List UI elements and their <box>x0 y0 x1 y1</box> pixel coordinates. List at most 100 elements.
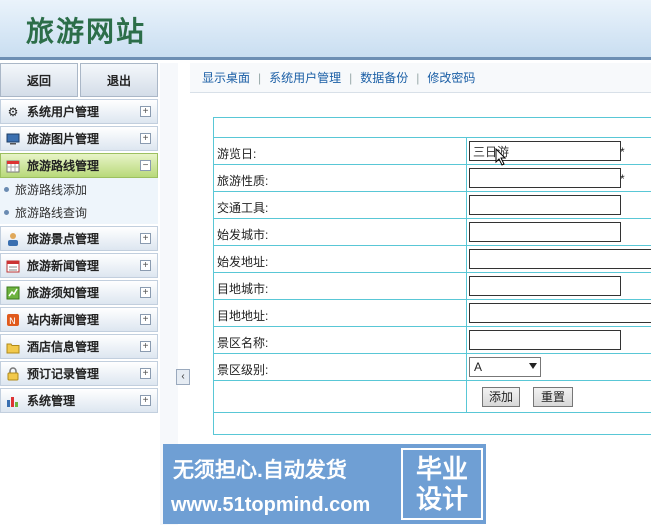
sidebar-item-site-news[interactable]: N 站内新闻管理 + <box>0 307 158 332</box>
field-label: 旅游性质: <box>217 174 269 188</box>
sidebar-item-system-management[interactable]: 系统管理 + <box>0 388 158 413</box>
required-mark: * <box>620 172 625 186</box>
bullet-icon <box>4 187 9 192</box>
sidebar-item-label: 系统管理 <box>27 394 76 408</box>
banner-badge-line2: 设计 <box>415 484 468 514</box>
field-label: 景区级别: <box>217 363 269 377</box>
nav-link-show-desktop[interactable]: 显示桌面 <box>202 69 250 86</box>
sidebar-item-travel-news[interactable]: 旅游新闻管理 + <box>0 253 158 278</box>
nav-separator: | <box>349 70 353 85</box>
form-row-scenic-level: 景区级别: A <box>214 354 651 381</box>
select-value: A <box>474 360 483 374</box>
form-row-actions: 添加 重置 <box>214 381 651 413</box>
submenu-item-route-query[interactable]: 旅游路线查询 <box>0 201 158 224</box>
header: 旅游网站 <box>0 0 651 60</box>
transport-input[interactable] <box>469 195 621 215</box>
sidebar-item-booking-records[interactable]: 预订记录管理 + <box>0 361 158 386</box>
submenu-item-route-add[interactable]: 旅游路线添加 <box>0 178 158 201</box>
start-city-input[interactable] <box>469 222 621 242</box>
form-row-dest-address: 目地地址: <box>214 300 651 327</box>
expand-icon[interactable]: + <box>140 133 151 144</box>
field-label: 景区名称: <box>217 336 269 350</box>
calendar-icon <box>5 158 21 174</box>
expand-icon[interactable]: + <box>140 233 151 244</box>
form-row-tour-days: 游览日: * <box>214 138 651 165</box>
top-nav: 显示桌面 | 系统用户管理 | 数据备份 | 修改密码 <box>190 63 651 93</box>
field-label: 始发城市: <box>217 228 269 242</box>
reset-button[interactable]: 重置 <box>533 387 573 407</box>
nav-link-data-backup[interactable]: 数据备份 <box>360 69 408 86</box>
nav-link-change-password[interactable]: 修改密码 <box>427 69 475 86</box>
sidebar-item-travel-images[interactable]: 旅游图片管理 + <box>0 126 158 151</box>
tour-type-input[interactable] <box>469 168 621 188</box>
form-row-tour-type: 旅游性质: * <box>214 165 651 192</box>
required-mark: * <box>620 145 625 159</box>
sidebar-item-label: 旅游新闻管理 <box>27 259 100 273</box>
mouse-cursor-icon <box>495 148 507 166</box>
field-label: 目地地址: <box>217 309 269 323</box>
back-button[interactable]: 返回 <box>0 63 78 97</box>
dest-city-input[interactable] <box>469 276 621 296</box>
nav-separator: | <box>258 70 262 85</box>
banner-badge: 毕业 设计 <box>401 448 483 520</box>
field-label: 目地城市: <box>217 282 269 296</box>
sidebar-item-label: 酒店信息管理 <box>27 340 100 354</box>
expand-icon[interactable]: + <box>140 106 151 117</box>
field-label: 交通工具: <box>217 201 269 215</box>
chevron-down-icon <box>529 363 537 369</box>
form-row-transport: 交通工具: <box>214 192 651 219</box>
expand-icon[interactable]: + <box>140 341 151 352</box>
collapse-sidebar-icon[interactable]: ‹ <box>176 369 190 385</box>
field-label: 游览日: <box>217 147 257 161</box>
news-badge-icon: N <box>5 312 21 328</box>
scenic-level-select[interactable]: A <box>469 357 541 377</box>
form-header-row <box>214 118 651 138</box>
site-title: 旅游网站 <box>26 15 147 48</box>
sidebar-item-scenic-spots[interactable]: 旅游景点管理 + <box>0 226 158 251</box>
tour-days-input[interactable] <box>469 141 621 161</box>
sidebar-item-label: 旅游须知管理 <box>27 286 100 300</box>
sidebar-item-system-users[interactable]: ⚙ 系统用户管理 + <box>0 99 158 124</box>
form-row-start-address: 始发地址: <box>214 246 651 273</box>
bar-chart-icon <box>5 393 21 409</box>
dest-address-input[interactable] <box>469 303 651 323</box>
sidebar-item-travel-notice[interactable]: 旅游须知管理 + <box>0 280 158 305</box>
sidebar-item-label: 预订记录管理 <box>27 367 100 381</box>
add-button[interactable]: 添加 <box>482 387 520 407</box>
sidebar-top-buttons: 返回 退出 <box>0 63 158 97</box>
start-address-input[interactable] <box>469 249 651 269</box>
watermark-banner: 无须担心.自动发货 www.51topmind.com 毕业 设计 <box>163 444 486 524</box>
route-form: 游览日: * 旅游性质: * 交通工具: 始发城市: 始发地址: 目地城市: 目… <box>213 117 651 435</box>
expand-icon[interactable]: + <box>140 314 151 325</box>
collapse-icon[interactable]: − <box>140 160 151 171</box>
sidebar-item-hotel-info[interactable]: 酒店信息管理 + <box>0 334 158 359</box>
sidebar-item-label: 旅游图片管理 <box>27 132 100 146</box>
submenu-travel-routes: 旅游路线添加 旅游路线查询 <box>0 178 158 224</box>
sidebar: 返回 退出 ⚙ 系统用户管理 + 旅游图片管理 + 旅游路线管理 − 旅游路线添… <box>0 63 158 525</box>
nav-link-system-users[interactable]: 系统用户管理 <box>269 69 341 86</box>
sidebar-item-label: 旅游路线管理 <box>27 159 100 173</box>
bullet-icon <box>4 210 9 215</box>
form-row-scenic-name: 景区名称: <box>214 327 651 354</box>
banner-badge-line1: 毕业 <box>415 454 468 484</box>
form-row-dest-city: 目地城市: <box>214 273 651 300</box>
chart-icon <box>5 285 21 301</box>
expand-icon[interactable]: + <box>140 287 151 298</box>
sidebar-item-travel-routes[interactable]: 旅游路线管理 − <box>0 153 158 178</box>
lock-icon <box>5 366 21 382</box>
gear-icon: ⚙ <box>7 104 19 119</box>
monitor-icon <box>5 131 21 147</box>
logout-button[interactable]: 退出 <box>80 63 158 97</box>
expand-icon[interactable]: + <box>140 395 151 406</box>
expand-icon[interactable]: + <box>140 368 151 379</box>
submenu-item-label: 旅游路线查询 <box>15 206 88 220</box>
nav-separator: | <box>416 70 420 85</box>
submenu-item-label: 旅游路线添加 <box>15 183 88 197</box>
sidebar-item-label: 站内新闻管理 <box>27 313 100 327</box>
scenic-name-input[interactable] <box>469 330 621 350</box>
sidebar-item-label: 旅游景点管理 <box>27 232 100 246</box>
folder-icon <box>5 339 21 355</box>
sidebar-item-label: 系统用户管理 <box>27 105 100 119</box>
banner-url: www.51topmind.com <box>171 494 371 516</box>
expand-icon[interactable]: + <box>140 260 151 271</box>
